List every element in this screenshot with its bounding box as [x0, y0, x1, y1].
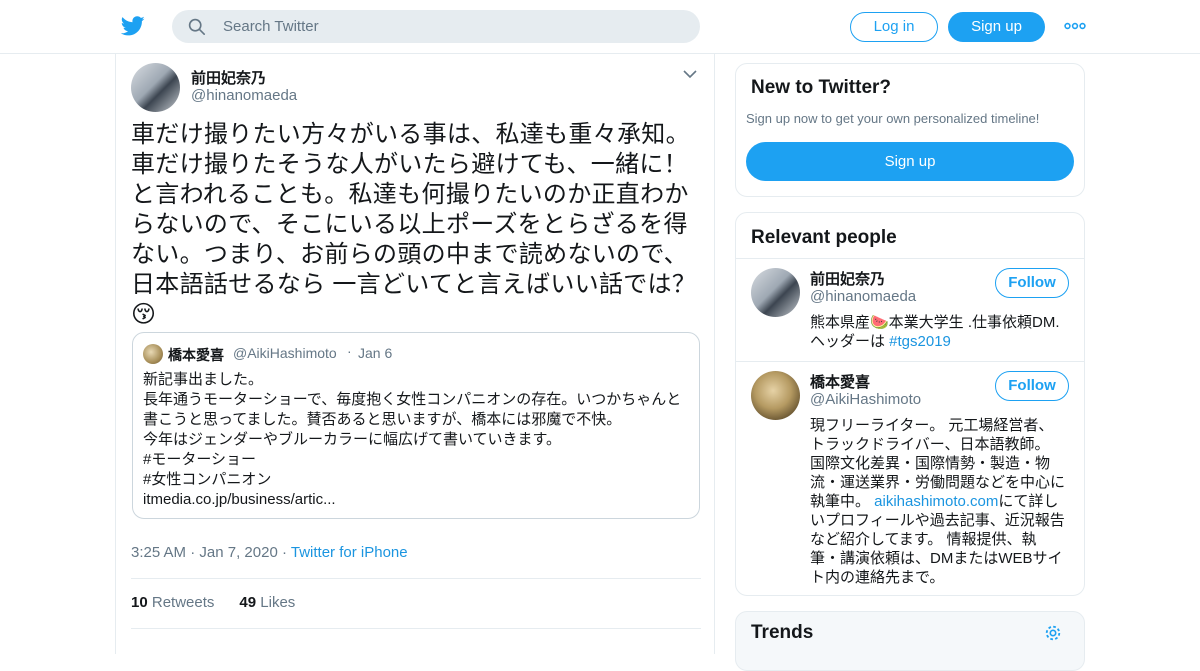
card-title: New to Twitter?: [751, 77, 892, 98]
person-name[interactable]: 前田妃奈乃: [810, 268, 885, 289]
bio-line: ヘッダーは #tgs2019: [810, 332, 1072, 351]
bio-line: 筆・講演依頼は、DMまたはWEBサイ: [810, 550, 1063, 567]
meta-separator: ·: [190, 544, 196, 561]
person-handle: @AikiHashimoto: [810, 391, 922, 408]
follow-button[interactable]: Follow: [995, 268, 1069, 298]
person-avatar[interactable]: [751, 268, 800, 317]
quoted-tweet[interactable]: 橋本愛喜 @AikiHashimoto · Jan 6 新記事出ました。 長年通…: [132, 332, 700, 519]
bio-line: 国際文化差異・国際情勢・製造・物: [810, 455, 1051, 472]
quoted-author-avatar: [143, 344, 163, 364]
divider: [736, 258, 1084, 259]
quoted-text: 新記事出ました。 長年通うモーターショーで、毎度抱く女性コンパニオンの存在。いつ…: [143, 370, 691, 510]
search-bar[interactable]: Search Twitter: [172, 10, 700, 43]
chevron-down-icon[interactable]: [682, 68, 698, 80]
bio-text: 執筆中。: [810, 493, 875, 510]
bio-line: いプロフィールや過去記事、近況報告: [810, 512, 1065, 529]
person-bio: 現フリーライター。 元工場経営者、 トラックドライバー、日本語教師。 国際文化差…: [810, 416, 1072, 587]
quoted-link: itmedia.co.jp/business/artic...: [143, 491, 336, 508]
tweet-time: 3:25 AM: [131, 544, 187, 561]
card-subtitle: Sign up now to get your own personalized…: [746, 111, 1040, 126]
gear-icon[interactable]: [1044, 624, 1062, 642]
quoted-hashtag: #女性コンパニオン: [143, 471, 272, 488]
tweet-metadata: 3:25 AM · Jan 7, 2020 · Twitter for iPho…: [131, 544, 408, 561]
quoted-line: 書こうと思ってました。賛否あると思いますが、橋本には邪魔で不快。: [143, 411, 622, 428]
person-name[interactable]: 橋本愛喜: [810, 371, 870, 392]
retweets-count: 10: [131, 594, 148, 611]
quoted-hashtag: #モーターショー: [143, 451, 257, 468]
relevant-people-card: Relevant people 前田妃奈乃 @hinanomaeda Follo…: [735, 212, 1085, 596]
quoted-line: 新記事出ました。: [143, 371, 264, 388]
author-handle[interactable]: @hinanomaeda: [191, 87, 297, 104]
tweet-text: 車だけ撮りたい方々がいる事は、私達も重々承知。車だけ撮りたそうな人がいたら避けて…: [131, 121, 697, 328]
person-avatar[interactable]: [751, 371, 800, 420]
retweets-label: Retweets: [151, 594, 215, 611]
tweet-permalink: 前田妃奈乃 @hinanomaeda 車だけ撮りたい方々がいる事は、私達も重々承…: [115, 54, 715, 654]
more-options-icon[interactable]: [1064, 16, 1086, 36]
follow-button[interactable]: Follow: [995, 371, 1069, 401]
divider: [736, 361, 1084, 362]
tweet-date: Jan 7, 2020: [199, 544, 278, 561]
card-title: Trends: [751, 622, 814, 643]
hashtag-link[interactable]: #tgs2019: [889, 333, 951, 350]
likes-label: Likes: [260, 594, 296, 611]
sidebar-sign-up-button[interactable]: Sign up: [746, 142, 1074, 181]
quoted-line: 長年通うモーターショーで、毎度抱く女性コンパニオンの存在。いつかちゃんと: [143, 391, 682, 408]
person-bio: 熊本県産🍉本業大学生 .仕事依頼DM. ヘッダーは #tgs2019: [810, 313, 1072, 351]
bio-line: 現フリーライター。 元工場経営者、: [810, 417, 1054, 434]
tweet-source-link[interactable]: Twitter for iPhone: [291, 544, 408, 561]
twitter-bird-icon[interactable]: [120, 14, 146, 38]
search-input[interactable]: Search Twitter: [223, 18, 319, 35]
tweet-stats: 10 Retweets 49 Likes: [131, 594, 295, 611]
trends-card: Trends: [735, 611, 1085, 671]
bio-line: トラックドライバー、日本語教師。: [810, 436, 1050, 453]
bio-line: 熊本県産🍉本業大学生 .仕事依頼DM.: [810, 314, 1060, 331]
likes-count: 49: [239, 594, 257, 611]
person-handle: @hinanomaeda: [810, 288, 917, 305]
divider: [131, 578, 701, 579]
search-icon: [188, 18, 206, 36]
new-to-twitter-card: New to Twitter? Sign up now to get your …: [735, 63, 1085, 197]
author-avatar[interactable]: [131, 63, 180, 112]
bio-text: ヘッダーは: [810, 333, 890, 350]
meta-separator: ·: [281, 544, 287, 561]
quoted-author-handle: @AikiHashimoto: [233, 345, 337, 361]
quoted-date: Jan 6: [358, 345, 393, 361]
bio-line: など紹介してます。 情報提供、執: [810, 531, 1037, 548]
website-link[interactable]: aikihashimoto.com: [874, 493, 998, 510]
author-name[interactable]: 前田妃奈乃: [191, 67, 266, 88]
bio-line: 流・運送業界・労働問題などを中心に: [810, 474, 1066, 491]
retweets-stat[interactable]: 10 Retweets: [131, 594, 214, 611]
quoted-author-name: 橋本愛喜: [168, 347, 224, 363]
quoted-line: 今年はジェンダーやブルーカラーに幅広げて書いていきます。: [143, 431, 562, 448]
bio-line: ト内の連絡先まで。: [810, 569, 945, 586]
quoted-separator: ·: [347, 343, 352, 359]
top-navigation-bar: Search Twitter Log in Sign up: [0, 0, 1200, 54]
log-in-button[interactable]: Log in: [850, 12, 938, 42]
divider: [131, 628, 701, 629]
card-title: Relevant people: [751, 227, 897, 248]
sign-up-button[interactable]: Sign up: [948, 12, 1045, 42]
bio-line: 執筆中。 aikihashimoto.comにて詳し: [810, 492, 1072, 511]
likes-stat[interactable]: 49 Likes: [239, 594, 295, 611]
bio-text: にて詳し: [998, 493, 1059, 510]
